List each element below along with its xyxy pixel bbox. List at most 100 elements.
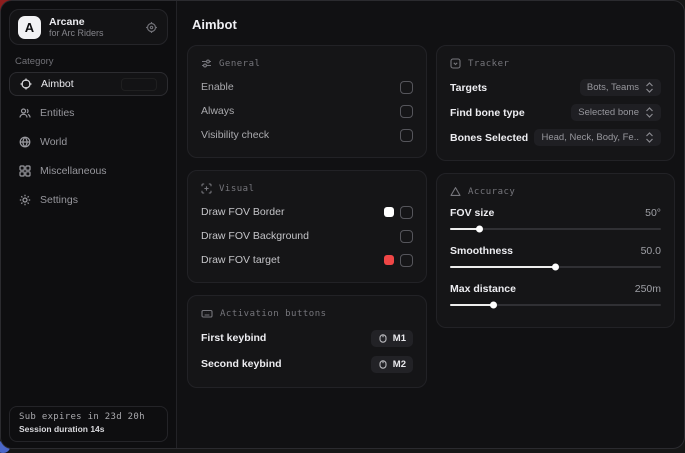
card-title: Tracker — [468, 59, 509, 69]
target-icon[interactable] — [145, 21, 158, 34]
keybind-value: M1 — [393, 333, 406, 344]
draw-fov-target-checkbox[interactable] — [400, 254, 413, 267]
bones-selected-select[interactable]: Head, Neck, Body, Fe.. — [534, 129, 661, 146]
select-value: Head, Neck, Body, Fe.. — [541, 132, 639, 143]
first-keybind-button[interactable]: M1 — [371, 330, 413, 347]
targets-select[interactable]: Bots, Teams — [580, 79, 661, 96]
slider-fill — [450, 304, 494, 306]
setting-row: Bones Selected Head, Neck, Body, Fe.. — [450, 125, 661, 150]
smoothness-slider[interactable] — [450, 261, 661, 273]
setting-label: First keybind — [201, 332, 266, 344]
setting-label: Second keybind — [201, 358, 282, 370]
sidebar-item-aimbot[interactable]: Aimbot — [9, 72, 168, 96]
setting-row: Draw FOV target — [201, 248, 413, 272]
visibility-check-checkbox[interactable] — [400, 129, 413, 142]
slider-fill — [450, 266, 556, 268]
sidebar-item-world[interactable]: World — [9, 130, 168, 154]
sidebar-item-label: Settings — [40, 194, 78, 206]
card-title: General — [219, 59, 260, 69]
max-distance-slider[interactable] — [450, 299, 661, 311]
general-card: General Enable Always Visibility check — [187, 45, 427, 158]
setting-label: Draw FOV target — [201, 254, 280, 266]
slider-row: Smoothness 50.0 — [450, 241, 661, 273]
setting-label: Draw FOV Border — [201, 206, 284, 218]
left-column: General Enable Always Visibility check — [187, 45, 427, 400]
slider-thumb[interactable] — [476, 226, 483, 233]
slider-fill — [450, 228, 480, 230]
subscription-info: Sub expires in 23d 20h Session duration … — [9, 406, 168, 442]
chevrons-up-down-icon — [645, 132, 654, 143]
draw-fov-border-checkbox[interactable] — [400, 206, 413, 219]
right-column: Tracker Targets Bots, Teams — [436, 45, 675, 340]
activation-card: Activation buttons First keybind M1 — [187, 295, 427, 388]
sliders-icon — [201, 58, 212, 69]
fov-size-slider[interactable] — [450, 223, 661, 235]
setting-label: Targets — [450, 82, 487, 94]
sidebar-item-label: Entities — [40, 107, 74, 119]
brand-logo: A — [18, 16, 41, 39]
slider-row: Max distance 250m — [450, 279, 661, 311]
slider-thumb[interactable] — [552, 264, 559, 271]
category-label: Category — [15, 56, 54, 67]
keybind-hint-badge — [121, 78, 157, 91]
visual-card: Visual Draw FOV Border Draw FOV Backgrou… — [187, 170, 427, 283]
slider-row: FOV size 50° — [450, 203, 661, 235]
scan-eye-icon — [201, 183, 212, 194]
setting-row: First keybind M1 — [201, 325, 413, 351]
select-value: Bots, Teams — [587, 82, 639, 93]
setting-row: Second keybind M2 — [201, 351, 413, 377]
setting-label: Draw FOV Background — [201, 230, 309, 242]
always-checkbox[interactable] — [400, 105, 413, 118]
setting-row: Targets Bots, Teams — [450, 75, 661, 100]
enable-checkbox[interactable] — [400, 81, 413, 94]
keyboard-icon — [201, 308, 213, 319]
keybind-value: M2 — [393, 359, 406, 370]
brand-text: Arcane for Arc Riders — [49, 16, 137, 38]
sidebar-nav: Aimbot Entities — [9, 72, 168, 217]
activation-card-header: Activation buttons — [201, 308, 413, 319]
select-value: Selected bone — [578, 107, 639, 118]
app-window: A Arcane for Arc Riders Category — [0, 0, 685, 449]
brand-name: Arcane — [49, 16, 137, 28]
sidebar-item-entities[interactable]: Entities — [9, 101, 168, 125]
setting-row: Draw FOV Border — [201, 200, 413, 224]
card-title: Visual — [219, 184, 255, 194]
subscription-expiry: Sub expires in 23d 20h — [19, 412, 158, 422]
tracker-card: Tracker Targets Bots, Teams — [436, 45, 675, 161]
setting-label: Enable — [201, 81, 234, 93]
setting-label: Always — [201, 105, 234, 117]
sidebar-item-label: Aimbot — [41, 78, 74, 90]
slider-value: 50.0 — [641, 245, 661, 257]
grid-icon — [19, 165, 31, 177]
brand-card: A Arcane for Arc Riders — [9, 9, 168, 45]
slider-thumb[interactable] — [490, 302, 497, 309]
sidebar-item-miscellaneous[interactable]: Miscellaneous — [9, 159, 168, 183]
card-title: Accuracy — [468, 187, 515, 197]
crosshair-icon — [20, 78, 32, 90]
setting-row: Visibility check — [201, 123, 413, 147]
setting-label: Bones Selected — [450, 132, 528, 144]
draw-fov-background-checkbox[interactable] — [400, 230, 413, 243]
brand-initial: A — [25, 20, 34, 35]
setting-label: Smoothness — [450, 245, 513, 257]
triangle-icon — [450, 186, 461, 197]
sidebar: A Arcane for Arc Riders Category — [1, 1, 177, 448]
setting-label: Visibility check — [201, 129, 269, 141]
setting-label: FOV size — [450, 207, 494, 219]
sidebar-item-settings[interactable]: Settings — [9, 188, 168, 212]
desktop-background: A Arcane for Arc Riders Category — [0, 0, 685, 449]
setting-row: Find bone type Selected bone — [450, 100, 661, 125]
slider-value: 50° — [645, 207, 661, 219]
second-keybind-button[interactable]: M2 — [371, 356, 413, 373]
find-bone-type-select[interactable]: Selected bone — [571, 104, 661, 121]
sidebar-item-label: Miscellaneous — [40, 165, 107, 177]
accuracy-card-header: Accuracy — [450, 186, 661, 197]
color-swatch-red[interactable] — [384, 255, 394, 265]
slider-value: 250m — [635, 283, 661, 295]
color-swatch-white[interactable] — [384, 207, 394, 217]
gear-icon — [19, 194, 31, 206]
chevrons-up-down-icon — [645, 82, 654, 93]
setting-row: Always — [201, 99, 413, 123]
globe-icon — [19, 136, 31, 148]
general-card-header: General — [201, 58, 413, 69]
